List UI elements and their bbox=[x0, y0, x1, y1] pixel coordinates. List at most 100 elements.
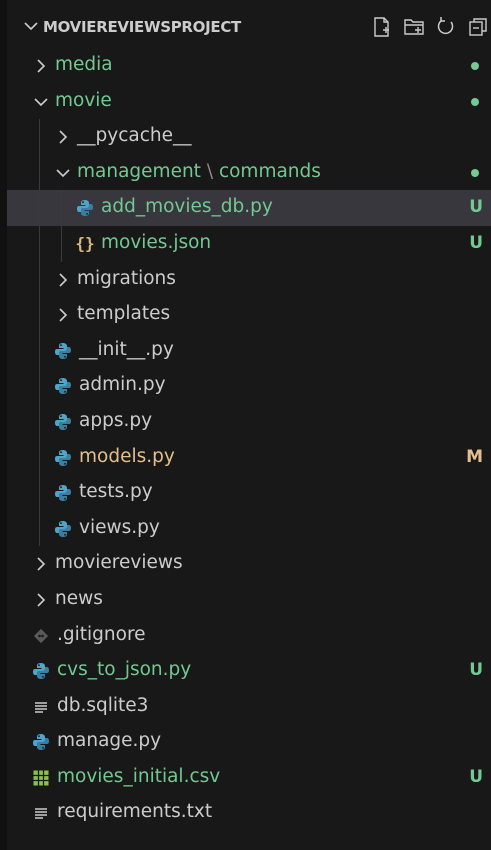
python-file-icon bbox=[53, 483, 73, 503]
tree-item-name: templates bbox=[77, 303, 171, 325]
tree-item-label: media bbox=[55, 54, 113, 75]
tree-folder-row[interactable]: migrations bbox=[7, 261, 491, 298]
tree-item-name: requirements.txt bbox=[57, 801, 213, 823]
chevron-down-icon[interactable] bbox=[21, 16, 41, 36]
tree-item-name: news bbox=[55, 587, 103, 609]
indent-guide bbox=[39, 154, 40, 191]
tree-folder-row[interactable]: movie bbox=[7, 84, 491, 120]
indent-guide bbox=[39, 261, 40, 298]
tree-item-name: apps.py bbox=[79, 409, 153, 431]
chevron-down-icon[interactable] bbox=[53, 163, 73, 183]
git-status-badge: U bbox=[469, 232, 483, 253]
explorer-header[interactable]: MOVIEREVIEWSPROJECT bbox=[7, 12, 491, 42]
tree-item-label: __pycache__ bbox=[77, 125, 191, 146]
tree-item-label: db.sqlite3 bbox=[57, 695, 148, 716]
file-tree: media movie __pycache__ management \ comman… bbox=[7, 48, 491, 831]
tree-item-label: news bbox=[55, 588, 103, 609]
text-file-icon bbox=[31, 803, 51, 823]
tree-item-label: movies_initial.csv bbox=[57, 766, 220, 787]
new-folder-icon[interactable] bbox=[401, 14, 427, 40]
tree-file-row[interactable]: manage.py bbox=[7, 724, 491, 760]
git-status-badge: M bbox=[466, 446, 483, 467]
tree-item-name: __init__.py bbox=[79, 338, 174, 360]
tree-item-label: templates bbox=[77, 303, 170, 324]
git-change-dot bbox=[471, 97, 479, 106]
tree-file-row[interactable]: models.py M bbox=[7, 439, 491, 476]
chevron-right-icon[interactable] bbox=[31, 56, 51, 76]
tree-folder-row[interactable]: media bbox=[7, 48, 491, 84]
tree-item-label: requirements.txt bbox=[57, 801, 212, 822]
tree-item-name: __pycache__ bbox=[77, 125, 192, 147]
tree-item-name: tests.py bbox=[79, 481, 153, 503]
tree-item-name: views.py bbox=[79, 516, 160, 538]
tree-item-name: cvs_to_json.py bbox=[57, 659, 192, 681]
tree-file-row[interactable]: add_movies_db.py U bbox=[7, 190, 491, 226]
chevron-right-icon[interactable] bbox=[53, 305, 73, 325]
indent-guide bbox=[39, 439, 40, 476]
git-status-badge: U bbox=[469, 660, 483, 681]
tree-file-row[interactable]: requirements.txt bbox=[7, 795, 491, 831]
indent-guide bbox=[61, 190, 62, 226]
chevron-right-icon[interactable] bbox=[53, 127, 73, 147]
tree-item-name: db.sqlite3 bbox=[57, 694, 149, 716]
git-status-badge: U bbox=[469, 197, 483, 218]
tree-file-row[interactable]: movies_initial.csv U bbox=[7, 760, 491, 796]
chevron-down-icon[interactable] bbox=[31, 92, 51, 112]
tree-folder-row[interactable]: management \ commands bbox=[7, 154, 491, 191]
project-title[interactable]: MOVIEREVIEWSPROJECT bbox=[43, 18, 241, 36]
indent-guide bbox=[61, 225, 62, 262]
tree-item-label: add_movies_db.py bbox=[101, 196, 273, 217]
tree-item-name: movies.json bbox=[101, 231, 212, 253]
tree-item-label: movie bbox=[55, 90, 112, 111]
new-file-icon[interactable] bbox=[369, 14, 395, 40]
indent-guide bbox=[39, 403, 40, 440]
indent-guide bbox=[39, 225, 40, 262]
collapse-all-icon[interactable] bbox=[465, 14, 491, 40]
tree-item-label: manage.py bbox=[57, 730, 161, 751]
chevron-right-icon[interactable] bbox=[31, 554, 51, 574]
tree-file-row[interactable]: db.sqlite3 bbox=[7, 689, 491, 725]
refresh-icon[interactable] bbox=[433, 14, 459, 40]
tree-item-label: cvs_to_json.py bbox=[57, 659, 191, 680]
tree-item-label: moviereviews bbox=[55, 552, 183, 573]
git-change-dot bbox=[471, 168, 479, 177]
chevron-right-icon[interactable] bbox=[53, 270, 73, 290]
tree-file-row[interactable]: {} movies.json U bbox=[7, 225, 491, 262]
tree-file-row[interactable]: views.py bbox=[7, 510, 491, 547]
tree-file-row[interactable]: cvs_to_json.py U bbox=[7, 653, 491, 689]
chevron-right-icon[interactable] bbox=[31, 590, 51, 610]
python-file-icon bbox=[53, 412, 73, 432]
tree-item-label: migrations bbox=[77, 268, 176, 289]
tree-item-label: models.py bbox=[79, 446, 175, 467]
git-change-dot bbox=[471, 62, 479, 70]
python-file-icon bbox=[53, 519, 73, 539]
indent-guide bbox=[39, 297, 40, 333]
indent-guide bbox=[39, 510, 40, 547]
gitignore-file-icon bbox=[31, 626, 51, 646]
python-file-icon bbox=[53, 376, 73, 396]
tree-item-label: views.py bbox=[79, 517, 160, 538]
tree-item-label: movies.json bbox=[101, 232, 211, 253]
tree-file-row[interactable]: admin.py bbox=[7, 368, 491, 404]
tree-item-label: apps.py bbox=[79, 410, 152, 431]
tree-item-label: .gitignore bbox=[57, 624, 146, 645]
explorer-panel: MOVIEREVIEWSPROJECT media movie __pycache_… bbox=[0, 0, 491, 850]
indent-guide bbox=[39, 332, 40, 369]
python-file-icon bbox=[31, 661, 51, 681]
tree-item-name: moviereviews bbox=[55, 552, 183, 574]
git-status-badge: U bbox=[469, 766, 483, 787]
tree-file-row[interactable]: __init__.py bbox=[7, 332, 491, 369]
python-file-icon bbox=[75, 198, 95, 218]
tree-folder-row[interactable]: templates bbox=[7, 297, 491, 333]
tree-file-row[interactable]: tests.py bbox=[7, 475, 491, 511]
tree-folder-row[interactable]: moviereviews bbox=[7, 546, 491, 582]
tree-file-row[interactable]: .gitignore bbox=[7, 618, 491, 654]
tree-item-name: admin.py bbox=[79, 374, 166, 396]
tree-item-name: movies_initial.csv bbox=[57, 765, 221, 787]
python-file-icon bbox=[53, 448, 73, 468]
json-file-icon: {} bbox=[75, 234, 95, 254]
tree-file-row[interactable]: apps.py bbox=[7, 403, 491, 440]
tree-folder-row[interactable]: __pycache__ bbox=[7, 119, 491, 155]
tree-folder-row[interactable]: news bbox=[7, 582, 491, 618]
indent-guide bbox=[39, 190, 40, 226]
